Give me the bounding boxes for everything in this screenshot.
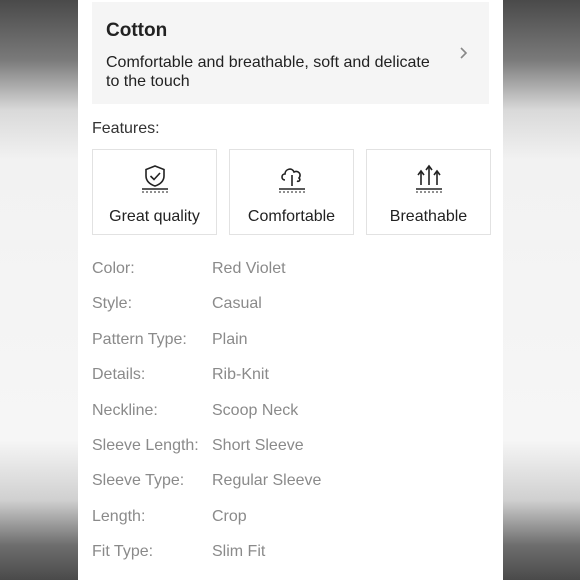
shield-check-icon [141, 165, 168, 193]
attr-key-sleeve-type: Sleeve Type: [92, 472, 185, 489]
arrows-up-icon [415, 164, 442, 193]
attr-key-pattern-type: Pattern Type: [92, 331, 187, 348]
attr-value-neckline: Scoop Neck [212, 402, 299, 419]
chevron-right-icon[interactable] [457, 45, 471, 61]
product-details-panel: Cotton Comfortable and breathable, soft … [78, 0, 503, 580]
material-title: Cotton [106, 20, 168, 41]
attr-value-fit-type: Slim Fit [212, 543, 266, 560]
feature-great-quality: Great quality [92, 149, 217, 235]
feature-label: Comfortable [247, 208, 336, 225]
attr-value-color: Red Violet [212, 260, 286, 277]
attr-key-sleeve-length: Sleeve Length: [92, 437, 199, 454]
attr-key-details: Details: [92, 366, 146, 383]
feature-label: Breathable [389, 208, 468, 225]
material-card[interactable]: Cotton Comfortable and breathable, soft … [92, 2, 489, 104]
feature-breathable: Breathable [366, 149, 491, 235]
attr-key-style: Style: [92, 295, 133, 312]
material-description: Comfortable and breathable, soft and del… [106, 54, 430, 90]
attr-key-length: Length: [92, 508, 146, 525]
attr-key-fit-type: Fit Type: [92, 543, 154, 560]
attr-value-pattern-type: Plain [212, 331, 248, 348]
attr-value-sleeve-length: Short Sleeve [212, 437, 304, 454]
attr-value-style: Casual [212, 295, 262, 312]
feature-label: Great quality [109, 208, 200, 225]
attr-value-details: Rib-Knit [212, 366, 269, 383]
feature-comfortable: Comfortable [229, 149, 354, 235]
attr-key-neckline: Neckline: [92, 402, 158, 419]
features-label: Features: [92, 120, 160, 137]
attr-value-sleeve-type: Regular Sleeve [212, 472, 322, 489]
attr-key-color: Color: [92, 260, 135, 277]
cloud-icon [278, 168, 305, 193]
attr-value-length: Crop [212, 508, 247, 525]
